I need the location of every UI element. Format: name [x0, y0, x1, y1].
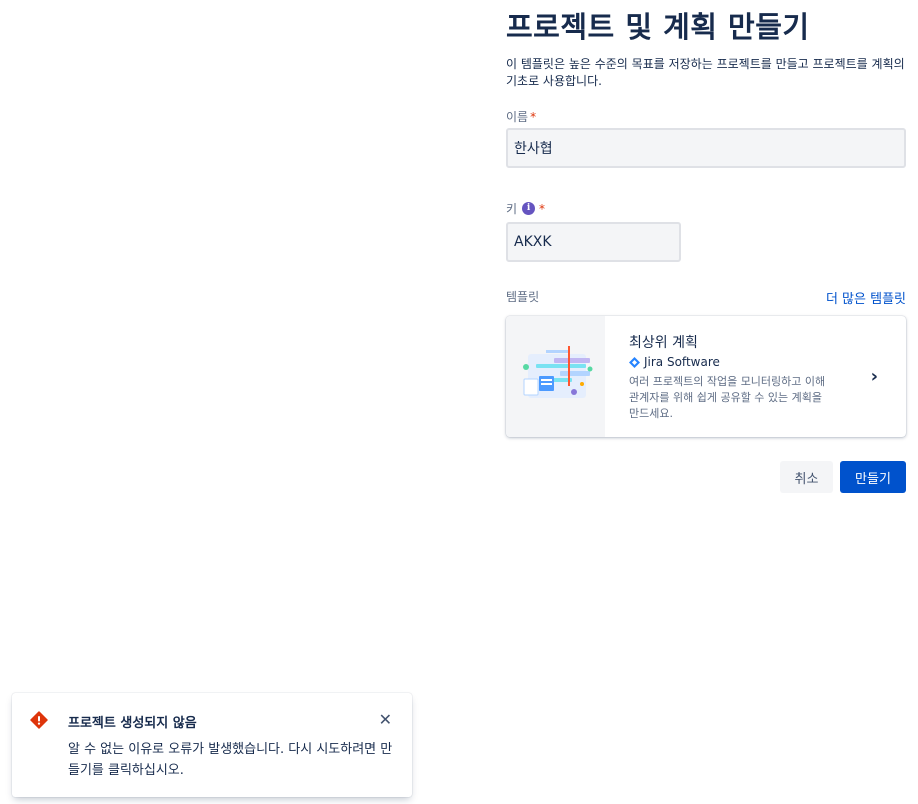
error-toast: 프로젝트 생성되지 않음 ✕ 알 수 없는 이유로 오류가 발생했습니다. 다시… — [12, 693, 412, 797]
name-input[interactable]: 한사협 — [506, 128, 906, 168]
name-label-text: 이름 — [506, 110, 529, 124]
more-templates-link[interactable]: 더 많은 템플릿 — [826, 288, 906, 307]
chevron-right-icon: › — [870, 366, 878, 387]
required-mark: * — [530, 109, 537, 124]
key-label-text: 키 — [506, 202, 518, 216]
template-description: 여러 프로젝트의 작업을 모니터링하고 이해 관계자를 위해 쉽게 공유할 수 … — [629, 375, 826, 420]
info-icon[interactable]: i — [522, 202, 536, 215]
create-project-page: 프로젝트 및 계획 만들기 이 템플릿은 높은 수준의 목표를 저장하는 프로젝… — [0, 0, 918, 804]
error-icon — [30, 711, 48, 733]
page-title: 프로젝트 및 계획 만들기 — [506, 10, 810, 44]
template-label: 템플릿 — [506, 288, 539, 305]
key-field-label: 키 i * — [506, 200, 545, 217]
key-input[interactable]: AKXK — [506, 222, 681, 262]
template-thumbnail — [506, 316, 605, 437]
close-icon[interactable]: ✕ — [379, 710, 392, 729]
template-product: Jira Software — [629, 355, 720, 369]
template-card[interactable]: 최상위 계획 Jira Software 여러 프로젝트의 작업을 모니터링하고… — [506, 316, 906, 437]
name-field-label: 이름 * — [506, 108, 536, 125]
required-mark: * — [539, 201, 546, 216]
product-name: Jira Software — [644, 355, 720, 369]
cancel-button[interactable]: 취소 — [780, 461, 833, 493]
page-description: 이 템플릿은 높은 수준의 목표를 저장하는 프로젝트를 만들고 프로젝트를 계… — [506, 57, 905, 88]
toast-title: 프로젝트 생성되지 않음 — [68, 716, 197, 731]
name-input-value: 한사협 — [514, 141, 553, 157]
key-input-value: AKXK — [514, 234, 552, 250]
jira-logo-icon — [629, 356, 640, 368]
template-title: 최상위 계획 — [629, 335, 698, 351]
template-label-text: 템플릿 — [506, 290, 540, 304]
create-button[interactable]: 만들기 — [840, 461, 906, 493]
plan-illustration-icon — [523, 346, 593, 398]
toast-message: 알 수 없는 이유로 오류가 발생했습니다. 다시 시도하려면 만들기를 클릭하… — [68, 742, 393, 778]
